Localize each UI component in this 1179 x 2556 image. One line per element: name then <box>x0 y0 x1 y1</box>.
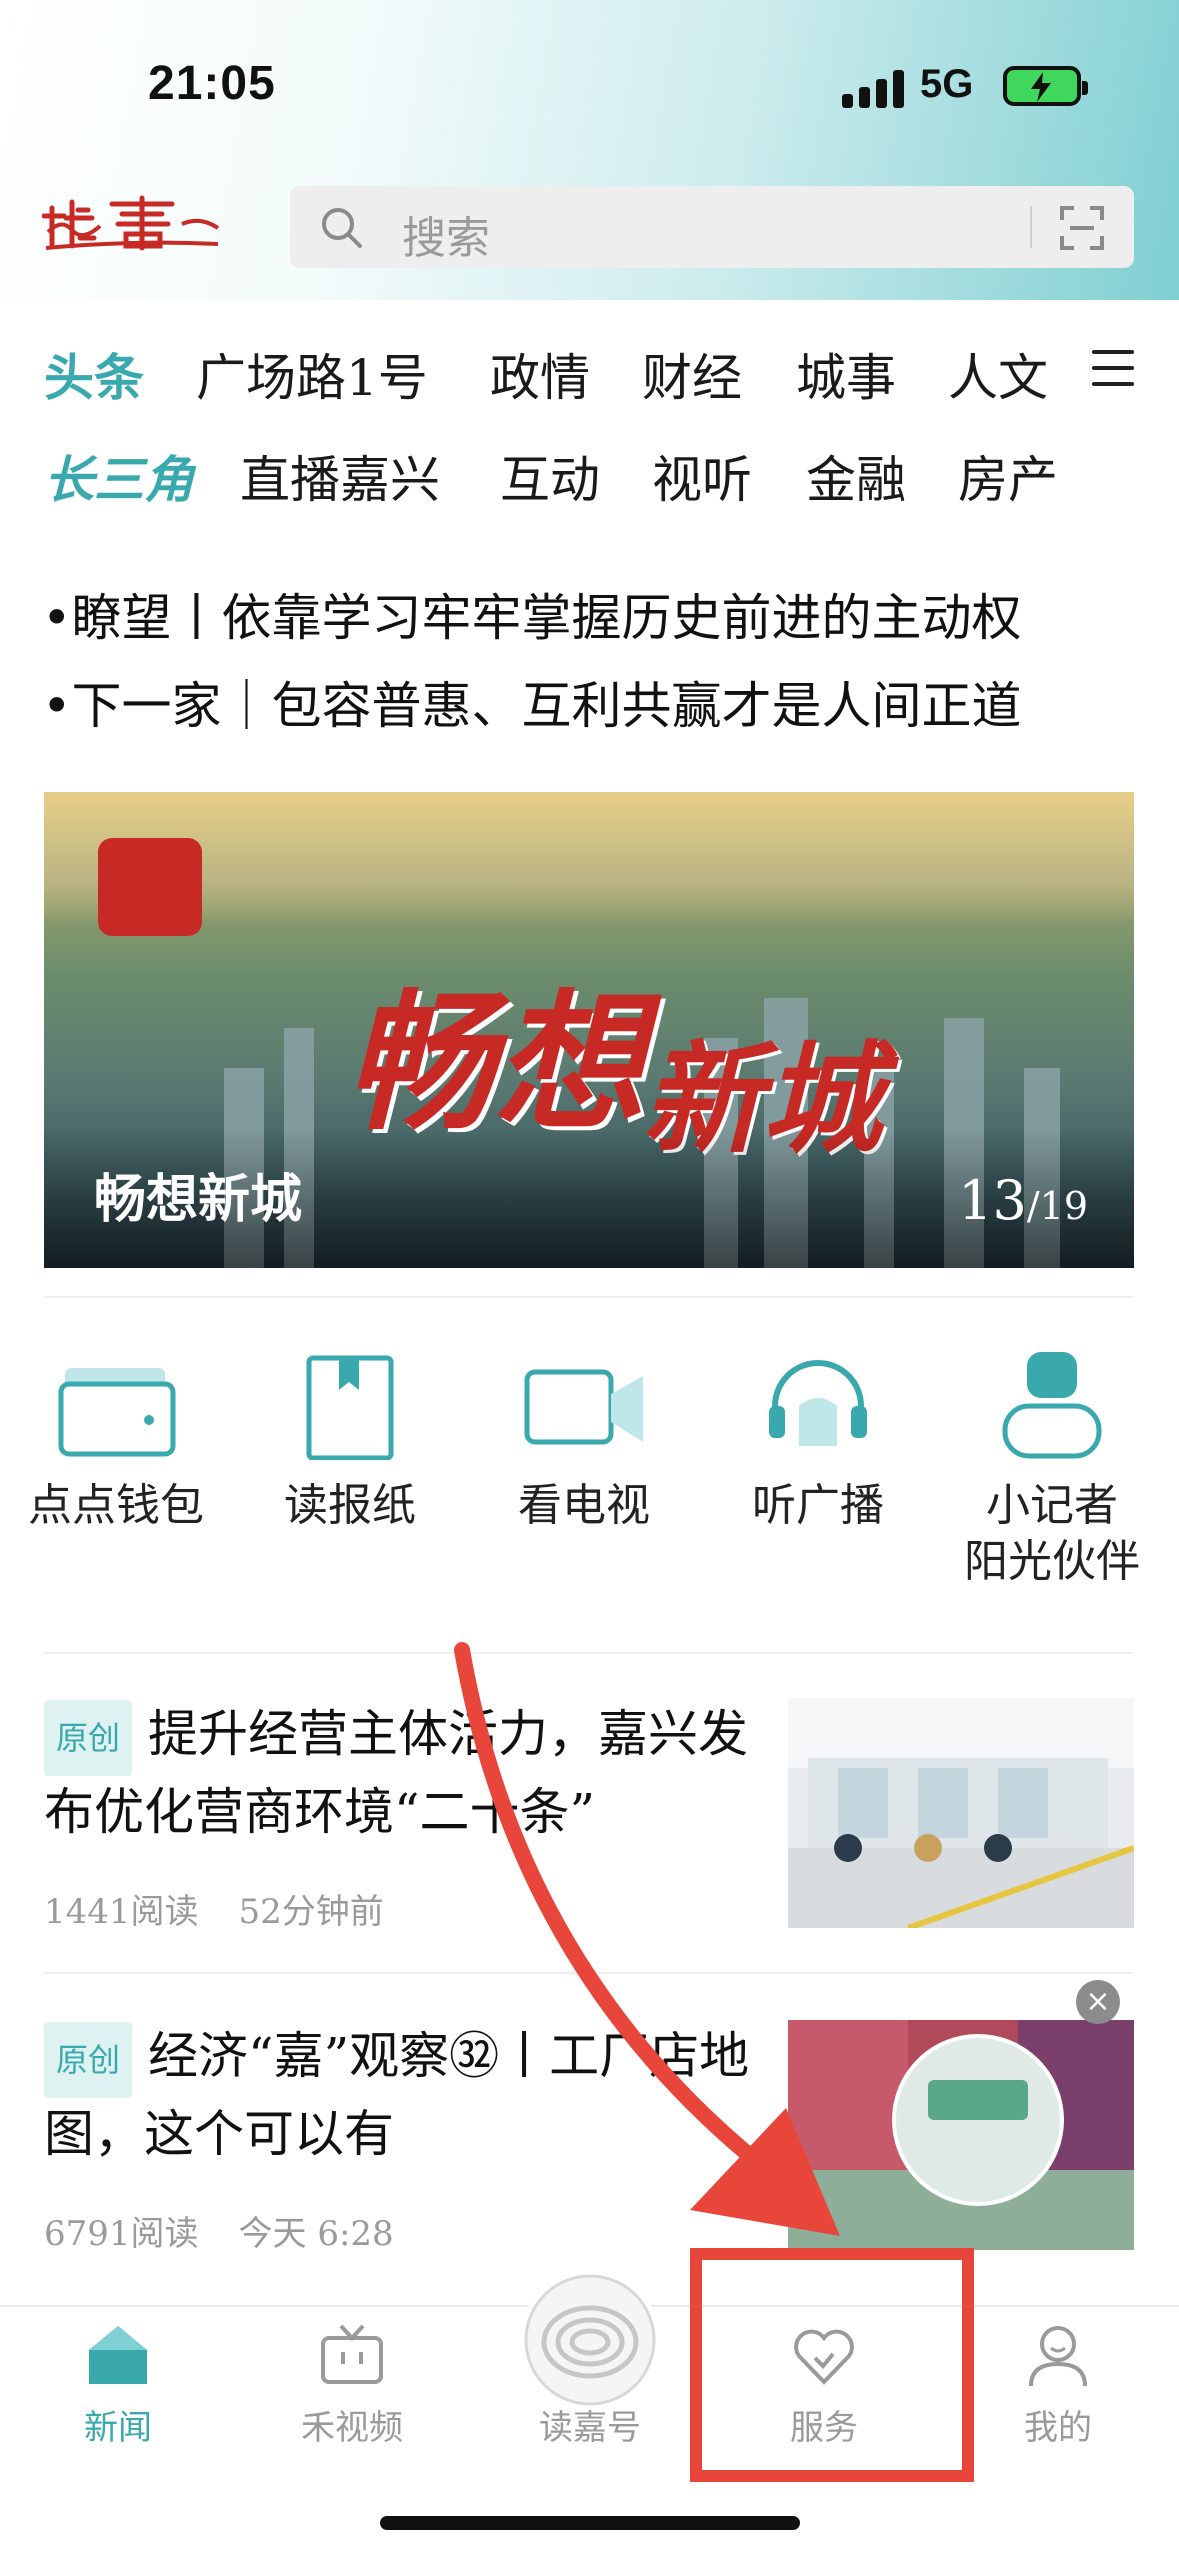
annotation-arrow <box>454 1642 840 2236</box>
annotation-highlight-box <box>690 2248 974 2482</box>
